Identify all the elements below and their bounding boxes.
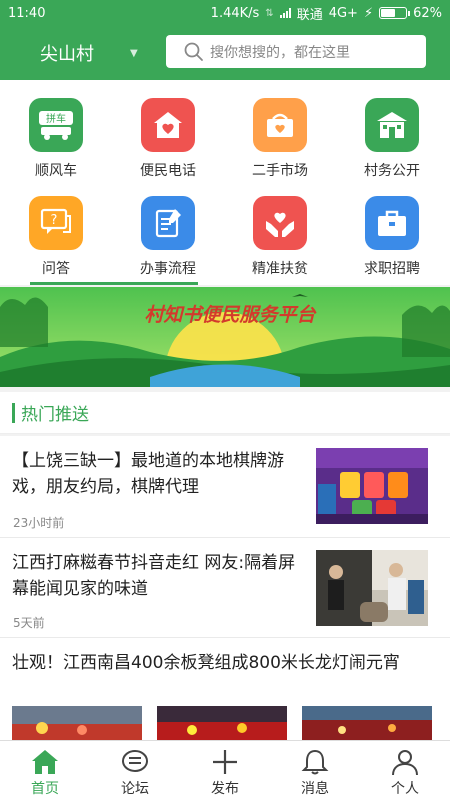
carpool-icon: 拼车 bbox=[29, 98, 83, 152]
briefcase-icon bbox=[365, 196, 419, 250]
news-title: 江西打麻糍春节抖音走红 网友:隔着屏幕能闻见家的味道 bbox=[12, 553, 296, 599]
grid-label: 问答 bbox=[42, 261, 70, 277]
tab-messages[interactable]: 消息 bbox=[270, 741, 360, 800]
hands-heart-icon bbox=[253, 196, 307, 250]
news-item[interactable]: 【上饶三缺一】最地道的本地棋牌游戏，朋友约局，棋牌代理 23小时前 bbox=[0, 436, 450, 538]
banner-title: 村知书便民服务平台 bbox=[144, 304, 317, 326]
news-thumbnail bbox=[316, 448, 428, 524]
bell-icon bbox=[301, 749, 329, 775]
tab-label: 首页 bbox=[31, 781, 59, 797]
news-item[interactable]: 江西打麻糍春节抖音走红 网友:隔着屏幕能闻见家的味道 5天前 bbox=[0, 538, 450, 638]
section-header: 热门推送 bbox=[0, 392, 450, 434]
grid-item-qa[interactable]: ? 问答 bbox=[0, 196, 112, 278]
battery-percent: 62% bbox=[413, 5, 442, 21]
news-time: 23小时前 bbox=[13, 516, 65, 530]
grid-label: 精准扶贫 bbox=[252, 261, 308, 277]
grid-label: 办事流程 bbox=[140, 261, 196, 277]
grid-item-procedures[interactable]: 办事流程 bbox=[112, 196, 224, 278]
charging-icon: ⚡ bbox=[363, 5, 374, 21]
carrier: 联通 bbox=[296, 7, 323, 23]
question-chat-icon: ? bbox=[29, 196, 83, 250]
grid-item-carpool[interactable]: 拼车 顺风车 bbox=[0, 98, 112, 180]
news-time: 5天前 bbox=[13, 616, 45, 630]
tab-label: 论坛 bbox=[121, 781, 149, 797]
status-bar: 11:40 1.44K/s ⇅ 联通 4G+ ⚡ 62% bbox=[0, 0, 450, 26]
person-icon bbox=[392, 750, 418, 776]
tab-label: 消息 bbox=[301, 781, 329, 797]
grid-item-jobs[interactable]: 求职招聘 bbox=[336, 196, 448, 278]
news-title: 壮观！江西南昌400余板凳组成800米长龙灯闹元宵 bbox=[12, 653, 400, 673]
data-arrows-icon: ⇅ bbox=[265, 7, 274, 19]
network-speed: 1.44K/s bbox=[210, 5, 260, 21]
village-name: 尖山村 bbox=[40, 44, 94, 65]
tab-publish[interactable]: 发布 bbox=[180, 741, 270, 800]
document-edit-icon bbox=[141, 196, 195, 250]
status-time: 11:40 bbox=[8, 5, 46, 21]
basket-icon bbox=[253, 98, 307, 152]
tab-label: 发布 bbox=[211, 781, 239, 797]
caret-down-icon: ▼ bbox=[130, 47, 138, 59]
section-title: 热门推送 bbox=[21, 405, 89, 425]
grid-item-poverty-relief[interactable]: 精准扶贫 bbox=[224, 196, 336, 278]
grid-item-phone[interactable]: 便民电话 bbox=[112, 98, 224, 180]
promo-banner[interactable]: 村知书便民服务平台 bbox=[0, 287, 450, 387]
chat-bubble-icon bbox=[122, 750, 148, 772]
building-icon bbox=[365, 98, 419, 152]
grid-label: 二手市场 bbox=[252, 163, 308, 179]
banner-illustration: 村知书便民服务平台 bbox=[0, 287, 450, 387]
search-icon bbox=[184, 42, 204, 66]
house-heart-icon bbox=[141, 98, 195, 152]
section-accent-bar bbox=[12, 402, 15, 423]
grid-label: 求职招聘 bbox=[364, 261, 420, 277]
grid-item-village-affairs[interactable]: 村务公开 bbox=[336, 98, 448, 180]
bottom-tab-bar: 首页 论坛 发布 消息 个人 bbox=[0, 740, 450, 800]
grid-label: 顺风车 bbox=[35, 163, 77, 179]
news-title: 【上饶三缺一】最地道的本地棋牌游戏，朋友约局，棋牌代理 bbox=[12, 451, 284, 497]
news-thumbnail-strip bbox=[12, 706, 432, 740]
signal-icon bbox=[279, 8, 291, 18]
news-thumbnail bbox=[316, 550, 428, 626]
tab-forum[interactable]: 论坛 bbox=[90, 741, 180, 800]
home-icon bbox=[32, 750, 58, 774]
search-input[interactable]: 搜你想搜的，都在这里 bbox=[166, 35, 426, 68]
svg-text:?: ? bbox=[51, 213, 58, 228]
service-grid: 拼车 顺风车 便民电话 二手市场 村务公开 ? 问答 办事流程 精准扶贫 求职招… bbox=[0, 80, 450, 285]
carpool-badge: 拼车 bbox=[46, 112, 66, 125]
tab-profile[interactable]: 个人 bbox=[360, 741, 450, 800]
grid-item-secondhand[interactable]: 二手市场 bbox=[224, 98, 336, 180]
village-selector[interactable]: 尖山村 ▼ bbox=[0, 40, 150, 66]
grid-page-indicator bbox=[30, 282, 198, 285]
search-placeholder: 搜你想搜的，都在这里 bbox=[210, 44, 350, 61]
tab-home[interactable]: 首页 bbox=[0, 741, 90, 800]
plus-icon bbox=[213, 750, 237, 774]
top-bar: 尖山村 ▼ 搜你想搜的，都在这里 bbox=[0, 26, 450, 80]
network-type: 4G+ bbox=[328, 5, 358, 21]
grid-label: 便民电话 bbox=[140, 163, 196, 179]
tab-label: 个人 bbox=[391, 781, 419, 797]
battery-icon bbox=[379, 7, 411, 19]
grid-label: 村务公开 bbox=[364, 163, 420, 179]
